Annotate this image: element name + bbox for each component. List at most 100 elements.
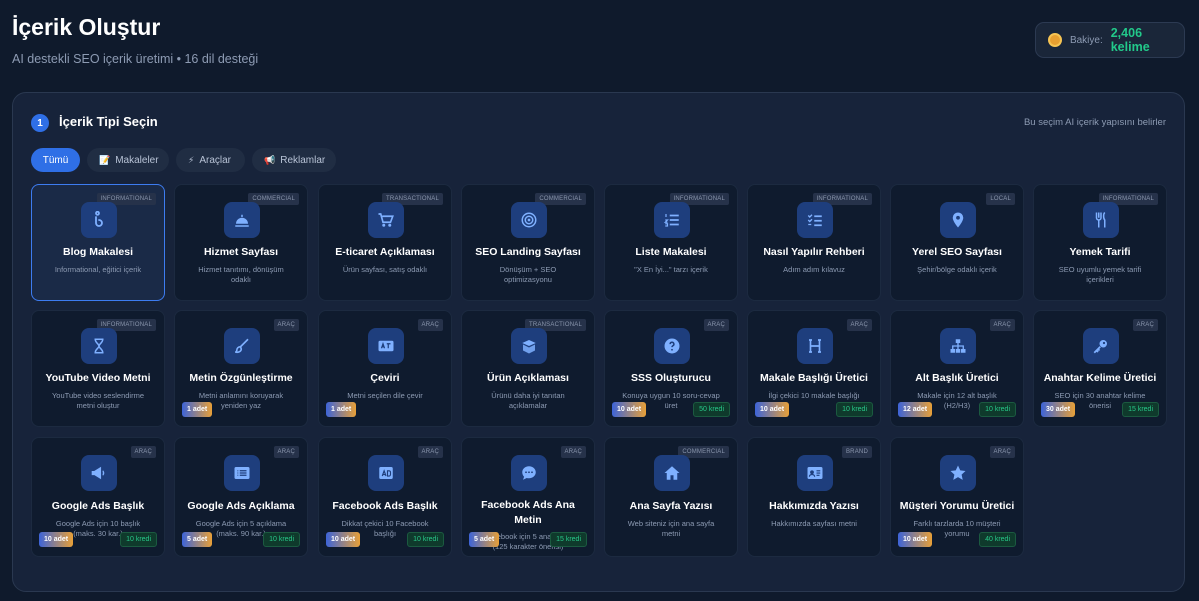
balance-value: 2,406 kelime: [1110, 26, 1150, 54]
card-title: Yerel SEO Sayfası: [912, 246, 1002, 258]
card-youtube-script[interactable]: INFORMATIONAL YouTube Video Metni YouTub…: [31, 310, 165, 427]
card-google-ads-title[interactable]: ARAÇ Google Ads Başlık Google Ads için 1…: [31, 437, 165, 557]
tab-label: Araçlar: [199, 154, 232, 166]
card-translate[interactable]: ARAÇ Çeviri Metni seçilen dile çevir 1 a…: [318, 310, 452, 427]
card-service-page[interactable]: COMMERCIAL Hizmet Sayfası Hizmet tanıtım…: [174, 184, 308, 301]
id-card-icon: [797, 455, 833, 491]
card-title: Yemek Tarifi: [1069, 246, 1131, 258]
card-title: SEO Landing Sayfası: [475, 246, 581, 258]
step-number: 1: [31, 114, 49, 132]
target-icon: [511, 202, 547, 238]
checklist-icon: [797, 202, 833, 238]
utensils-icon: [1083, 202, 1119, 238]
coins-icon: [1048, 33, 1062, 47]
card-title: SSS Oluşturucu: [631, 372, 711, 384]
card-title: Müşteri Yorumu Üretici: [899, 500, 1015, 512]
list-alt-icon: [224, 455, 260, 491]
card-homepage-text[interactable]: COMMERCIAL Ana Sayfa Yazısı Web siteniz …: [604, 437, 738, 557]
card-title: Alt Başlık Üretici: [915, 372, 999, 384]
translate-icon: [368, 328, 404, 364]
tool-badge: ARAÇ: [703, 319, 729, 331]
tool-badge: ARAÇ: [560, 446, 586, 458]
card-desc: Informational, eğitici içerik: [54, 265, 142, 274]
card-google-ads-desc[interactable]: ARAÇ Google Ads Açıklama Google Ads için…: [174, 437, 308, 557]
card-desc: Adım adım kılavuz: [783, 265, 845, 274]
card-desc: Metni seçilen dile çevir: [347, 391, 423, 400]
tab-label: Reklamlar: [280, 154, 326, 166]
output-count: 1 adet: [182, 402, 213, 417]
card-seo-landing[interactable]: COMMERCIAL SEO Landing Sayfası Dönüşüm +…: [461, 184, 595, 301]
output-count: 1 adet: [326, 402, 357, 417]
balance-widget: Bakiye: 2,406 kelime: [1035, 22, 1185, 58]
card-faq[interactable]: ARAÇ SSS Oluşturucu Konuya uygun 10 soru…: [604, 310, 738, 427]
credit-cost: 50 kredi: [693, 402, 730, 417]
credit-cost: 10 kredi: [836, 402, 873, 417]
card-title: Ana Sayfa Yazısı: [629, 500, 713, 512]
bell-service-icon: [224, 202, 260, 238]
output-count: 10 adet: [326, 532, 361, 547]
card-desc: Hizmet tanıtımı, dönüşüm odaklı: [198, 265, 284, 285]
star-icon: [940, 455, 976, 491]
tool-badge: ARAÇ: [417, 319, 443, 331]
map-pin-icon: [940, 202, 976, 238]
card-recipe[interactable]: INFORMATIONAL Yemek Tarifi SEO uyumlu ye…: [1033, 184, 1167, 301]
credit-cost: 15 kredi: [550, 532, 587, 547]
card-title: Facebook Ads Başlık: [332, 500, 438, 512]
card-testimonial-generator[interactable]: ARAÇ Müşteri Yorumu Üretici Farklı tarzl…: [890, 437, 1024, 557]
category-tabs: Tümü 📝 Makaleler ⚡ Araçlar 📢 Reklamlar: [31, 148, 336, 172]
output-count: 10 adet: [898, 532, 933, 547]
tab-ads[interactable]: 📢 Reklamlar: [252, 148, 336, 172]
page-title: İçerik Oluştur: [12, 14, 161, 40]
tool-badge: ARAÇ: [989, 319, 1015, 331]
credit-cost: 10 kredi: [979, 402, 1016, 417]
step-title: İçerik Tipi Seçin: [59, 114, 158, 129]
card-desc: Dönüşüm + SEO optimizasyonu: [499, 265, 557, 285]
card-title: E-ticaret Açıklaması: [335, 246, 435, 258]
output-count: 12 adet: [898, 402, 933, 417]
card-facebook-ads-title[interactable]: ARAÇ Facebook Ads Başlık Dikkat çekici 1…: [318, 437, 452, 557]
tool-badge: ARAÇ: [273, 446, 299, 458]
card-title: Metin Özgünleştirme: [189, 372, 293, 384]
tool-badge: ARAÇ: [273, 319, 299, 331]
card-desc: İlgi çekici 10 makale başlığı: [768, 391, 860, 400]
card-title: Anahtar Kelime Üretici: [1043, 372, 1157, 384]
card-how-to[interactable]: INFORMATIONAL Nasıl Yapılır Rehberi Adım…: [747, 184, 881, 301]
card-rewriter[interactable]: ARAÇ Metin Özgünleştirme Metni anlamını …: [174, 310, 308, 427]
card-title-generator[interactable]: ARAÇ Makale Başlığı Üretici İlgi çekici …: [747, 310, 881, 427]
card-subheading-generator[interactable]: ARAÇ Alt Başlık Üretici Makale için 12 a…: [890, 310, 1024, 427]
page-subtitle: AI destekli SEO içerik üretimi • 16 dil …: [12, 52, 259, 66]
card-facebook-ads-text[interactable]: ARAÇ Facebook Ads Ana Metin Facebook içi…: [461, 437, 595, 557]
hourglass-icon: [81, 328, 117, 364]
question-icon: [654, 328, 690, 364]
card-title: Makale Başlığı Üretici: [760, 372, 868, 384]
card-desc: Ürün sayfası, satış odaklı: [342, 265, 428, 274]
content-type-grid: INFORMATIONAL Blog Makalesi Informationa…: [31, 184, 1169, 584]
tab-label: Tümü: [42, 154, 69, 166]
heading-icon: [797, 328, 833, 364]
output-count: 10 adet: [612, 402, 647, 417]
output-count: 5 adet: [469, 532, 500, 547]
card-list-article[interactable]: INFORMATIONAL Liste Makalesi "X En İyi..…: [604, 184, 738, 301]
card-title: YouTube Video Metni: [45, 372, 151, 384]
step-hint: Bu seçim AI içerik yapısını belirler: [1023, 117, 1166, 128]
tab-articles[interactable]: 📝 Makaleler: [87, 148, 169, 172]
memo-icon: 📝: [99, 154, 111, 165]
card-ecommerce[interactable]: TRANSACTIONAL E-ticaret Açıklaması Ürün …: [318, 184, 452, 301]
card-blog-article[interactable]: INFORMATIONAL Blog Makalesi Informationa…: [31, 184, 165, 301]
card-local-seo[interactable]: LOCAL Yerel SEO Sayfası Şehir/bölge odak…: [890, 184, 1024, 301]
card-keyword-generator[interactable]: ARAÇ Anahtar Kelime Üretici SEO için 30 …: [1033, 310, 1167, 427]
output-count: 30 adet: [1041, 402, 1076, 417]
card-product-desc[interactable]: TRANSACTIONAL Ürün Açıklaması Ürünü daha…: [461, 310, 595, 427]
credit-cost: 10 kredi: [263, 532, 300, 547]
tab-tools[interactable]: ⚡ Araçlar: [176, 148, 245, 172]
tab-all[interactable]: Tümü: [31, 148, 80, 172]
card-desc: Ürünü daha iyi tanıtan açıklamalar: [491, 391, 565, 411]
card-title: Google Ads Açıklama: [187, 500, 295, 512]
card-desc: YouTube video seslendirme metni oluştur: [51, 391, 144, 411]
card-title: Ürün Açıklaması: [487, 372, 569, 384]
card-desc: Hakkımızda sayfası metni: [771, 519, 857, 528]
card-desc: Web siteniz için ana sayfa metni: [627, 519, 715, 539]
card-about-us[interactable]: BRAND Hakkımızda Yazısı Hakkımızda sayfa…: [747, 437, 881, 557]
tool-badge: ARAÇ: [1132, 319, 1158, 331]
sitemap-icon: [940, 328, 976, 364]
